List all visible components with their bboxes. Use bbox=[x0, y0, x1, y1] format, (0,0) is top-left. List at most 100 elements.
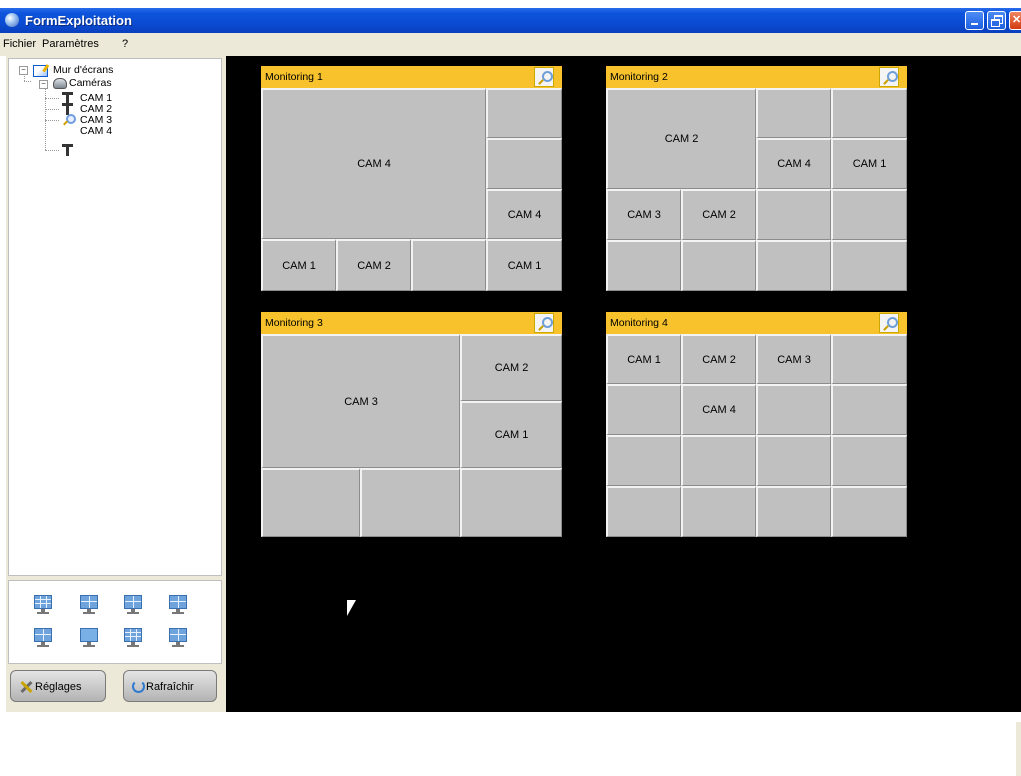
camera-cell[interactable]: CAM 1 bbox=[831, 138, 907, 189]
title-bar[interactable]: FormExploitation bbox=[0, 8, 1021, 33]
grid-1plus-layout-icon[interactable] bbox=[169, 595, 187, 615]
refresh-icon bbox=[132, 680, 145, 693]
camera-cell[interactable] bbox=[756, 88, 831, 138]
monitoring-panel-1: Monitoring 1 CAM 4 CAM 4 CAM 1 CAM 2 CAM… bbox=[261, 66, 562, 291]
camera-cell[interactable]: CAM 3 bbox=[261, 334, 460, 468]
camera-cell[interactable] bbox=[360, 468, 460, 537]
camera-cell[interactable] bbox=[756, 435, 831, 486]
mouse-cursor-icon bbox=[347, 600, 356, 616]
camera-cell[interactable]: CAM 3 bbox=[606, 189, 681, 240]
camera-cell[interactable] bbox=[831, 88, 907, 138]
settings-button[interactable]: Réglages bbox=[10, 670, 106, 702]
grid-3x3-layout-icon[interactable] bbox=[80, 595, 98, 615]
tree-collapse-toggle[interactable]: − bbox=[39, 80, 48, 89]
panel-header: Monitoring 3 bbox=[261, 312, 562, 334]
camera-cell[interactable]: CAM 1 bbox=[460, 401, 562, 468]
camera-cell[interactable] bbox=[831, 189, 907, 240]
screen-wall-icon bbox=[33, 65, 48, 77]
camera-cell[interactable] bbox=[756, 384, 831, 435]
tree-connector bbox=[45, 109, 59, 110]
tree-item-cameras[interactable]: Caméras bbox=[69, 78, 112, 89]
camera-cell[interactable]: CAM 4 bbox=[756, 138, 831, 189]
camera-cell[interactable] bbox=[681, 486, 756, 537]
camera-cell[interactable] bbox=[831, 486, 907, 537]
camera-cell[interactable] bbox=[756, 486, 831, 537]
single-layout-icon[interactable] bbox=[80, 628, 98, 648]
camera-cell[interactable] bbox=[831, 384, 907, 435]
camera-cell[interactable] bbox=[756, 240, 831, 291]
panel-grid: CAM 1 CAM 2 CAM 3 CAM 4 bbox=[606, 334, 907, 537]
camera-cell[interactable] bbox=[756, 189, 831, 240]
panel-title: Monitoring 2 bbox=[610, 71, 668, 83]
camera-cell[interactable]: CAM 1 bbox=[486, 239, 562, 291]
monitoring-wall: Monitoring 1 CAM 4 CAM 4 CAM 1 CAM 2 CAM… bbox=[226, 56, 1021, 712]
camera-cell[interactable] bbox=[411, 239, 486, 291]
camera-cell[interactable] bbox=[606, 240, 681, 291]
tree-item-cam4[interactable]: CAM 4 bbox=[80, 126, 112, 137]
camera-cell[interactable]: CAM 2 bbox=[681, 189, 756, 240]
camera-cell[interactable] bbox=[606, 435, 681, 486]
scrollbar[interactable] bbox=[1016, 722, 1021, 776]
layout-palette bbox=[8, 580, 222, 664]
camera-cell[interactable] bbox=[831, 334, 907, 384]
panel-title: Monitoring 1 bbox=[265, 71, 323, 83]
camera-cell[interactable] bbox=[681, 435, 756, 486]
camera-cell[interactable]: CAM 2 bbox=[460, 334, 562, 401]
left-panel: − Mur d'écrans − Caméras CAM 1 CAM 2 CAM… bbox=[6, 56, 226, 712]
camera-cell[interactable]: CAM 2 bbox=[336, 239, 411, 291]
camera-cell[interactable]: CAM 2 bbox=[606, 88, 756, 189]
camera-cell[interactable]: CAM 1 bbox=[261, 239, 336, 291]
camera-cell[interactable]: CAM 2 bbox=[681, 334, 756, 384]
minimize-button[interactable] bbox=[965, 11, 984, 30]
zoom-icon[interactable] bbox=[879, 67, 899, 87]
restore-button[interactable] bbox=[987, 11, 1006, 30]
camera-cell[interactable]: CAM 4 bbox=[486, 189, 562, 239]
tree-connector bbox=[45, 150, 59, 151]
settings-button-label: Réglages bbox=[35, 681, 82, 693]
panel-grid: CAM 3 CAM 2 CAM 1 bbox=[261, 334, 562, 537]
grid-alt-layout-icon[interactable] bbox=[34, 628, 52, 648]
grid-4x4-layout-icon[interactable] bbox=[34, 595, 52, 615]
zoom-icon[interactable] bbox=[534, 313, 554, 333]
panel-header: Monitoring 4 bbox=[606, 312, 907, 334]
camera-cell[interactable] bbox=[486, 138, 562, 189]
camera-cell[interactable] bbox=[681, 240, 756, 291]
panel-title: Monitoring 3 bbox=[265, 317, 323, 329]
app-icon bbox=[5, 13, 19, 27]
camera-cell[interactable] bbox=[606, 486, 681, 537]
close-button[interactable] bbox=[1009, 11, 1021, 30]
magnifier-icon bbox=[64, 114, 76, 124]
camera-cell[interactable] bbox=[831, 435, 907, 486]
camera-tree[interactable]: − Mur d'écrans − Caméras CAM 1 CAM 2 CAM… bbox=[8, 58, 222, 576]
camera-cell[interactable]: CAM 4 bbox=[261, 88, 486, 239]
camera-cell[interactable]: CAM 3 bbox=[756, 334, 831, 384]
tree-connector bbox=[45, 120, 59, 121]
tree-connector bbox=[24, 81, 31, 82]
refresh-button[interactable]: Rafraîchir bbox=[123, 670, 217, 702]
cameras-group-icon bbox=[53, 78, 67, 89]
camera-cell[interactable]: CAM 1 bbox=[606, 334, 681, 384]
camera-cell[interactable] bbox=[460, 468, 562, 537]
monitoring-panel-3: Monitoring 3 CAM 3 CAM 2 CAM 1 bbox=[261, 312, 562, 537]
panel-title: Monitoring 4 bbox=[610, 317, 668, 329]
grid-mixed-layout-icon[interactable] bbox=[169, 628, 187, 648]
camera-cell[interactable] bbox=[261, 468, 360, 537]
menu-fichier[interactable]: Fichier bbox=[3, 38, 36, 50]
tree-connector bbox=[45, 85, 46, 150]
zoom-icon[interactable] bbox=[534, 67, 554, 87]
panel-grid: CAM 4 CAM 4 CAM 1 CAM 2 CAM 1 bbox=[261, 88, 562, 291]
monitoring-panel-4: Monitoring 4 CAM 1 CAM 2 CAM 3 CAM 4 bbox=[606, 312, 907, 537]
tools-icon bbox=[19, 680, 33, 694]
grid-2x2-layout-icon[interactable] bbox=[124, 595, 142, 615]
zoom-icon[interactable] bbox=[879, 313, 899, 333]
grid-3x3-layout-icon-2[interactable] bbox=[124, 628, 142, 648]
monitoring-panel-2: Monitoring 2 CAM 2 CAM 4 CAM 1 CAM 3 CAM… bbox=[606, 66, 907, 291]
menu-parametres[interactable]: Paramètres bbox=[42, 38, 99, 50]
camera-cell[interactable] bbox=[486, 88, 562, 138]
menu-help[interactable]: ? bbox=[122, 38, 128, 50]
tree-item-screen-wall[interactable]: Mur d'écrans bbox=[53, 65, 113, 76]
camera-cell[interactable] bbox=[831, 240, 907, 291]
camera-cell[interactable] bbox=[606, 384, 681, 435]
camera-cell[interactable]: CAM 4 bbox=[681, 384, 756, 435]
tree-collapse-toggle[interactable]: − bbox=[19, 66, 28, 75]
